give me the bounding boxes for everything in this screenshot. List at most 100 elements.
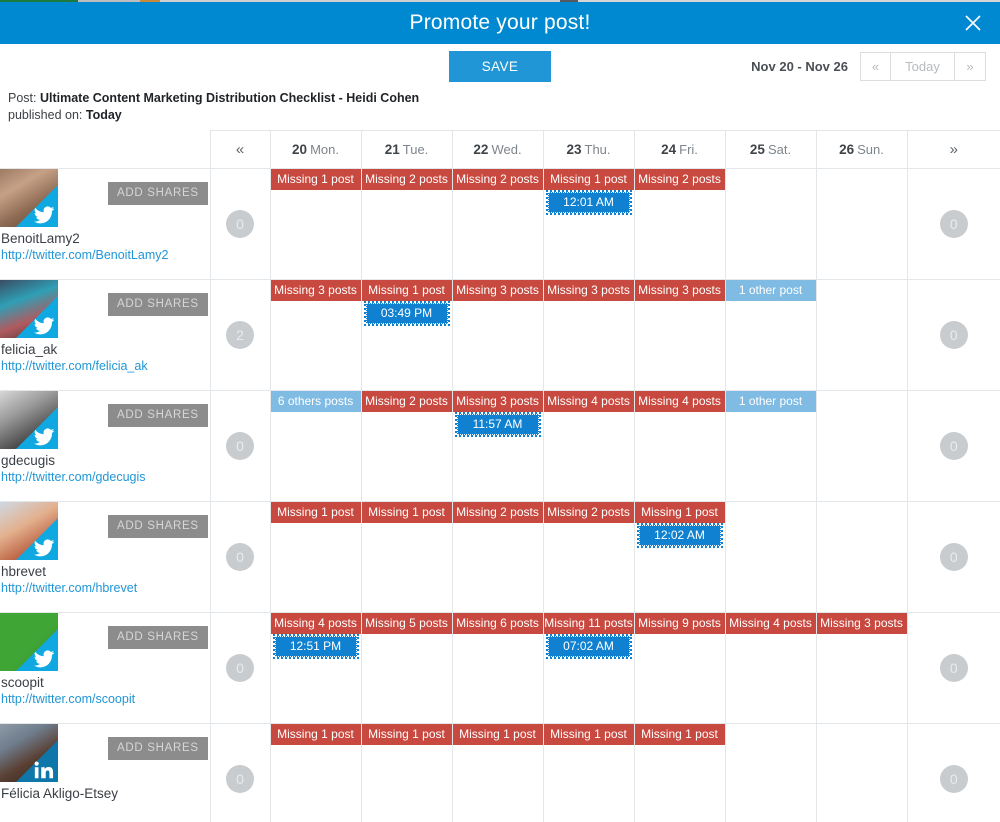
- day-cell[interactable]: Missing 3 posts: [542, 279, 635, 391]
- day-cell[interactable]: [815, 168, 908, 280]
- account-link[interactable]: http://twitter.com/felicia_ak: [0, 358, 210, 374]
- day-cell[interactable]: Missing 3 posts: [451, 279, 544, 391]
- day-cell[interactable]: Missing 4 posts: [633, 390, 726, 502]
- day-cell[interactable]: Missing 3 posts 11:57 AM: [451, 390, 544, 502]
- missing-posts-badge[interactable]: Missing 1 post: [361, 280, 452, 301]
- day-cell[interactable]: Missing 2 posts: [360, 390, 453, 502]
- account-link[interactable]: http://twitter.com/BenoitLamy2: [0, 247, 210, 263]
- day-cell[interactable]: [815, 390, 908, 502]
- add-shares-button[interactable]: ADD SHARES: [108, 626, 208, 649]
- day-cell[interactable]: Missing 4 posts 12:51 PM: [269, 612, 362, 724]
- day-cell[interactable]: [815, 279, 908, 391]
- missing-posts-badge[interactable]: Missing 3 posts: [634, 280, 725, 301]
- day-cell[interactable]: Missing 1 post: [269, 501, 362, 613]
- missing-posts-badge[interactable]: Missing 2 posts: [452, 169, 543, 190]
- day-cell[interactable]: Missing 3 posts: [633, 279, 726, 391]
- missing-posts-badge[interactable]: Missing 1 post: [634, 502, 725, 523]
- add-shares-button[interactable]: ADD SHARES: [108, 293, 208, 316]
- day-cell[interactable]: Missing 2 posts: [451, 168, 544, 280]
- day-cell[interactable]: Missing 1 post: [360, 501, 453, 613]
- day-cell[interactable]: Missing 5 posts: [360, 612, 453, 724]
- missing-posts-badge[interactable]: Missing 1 post: [270, 169, 361, 190]
- day-cell[interactable]: 6 others posts: [269, 390, 362, 502]
- missing-posts-badge[interactable]: Missing 3 posts: [270, 280, 361, 301]
- day-cell[interactable]: [724, 168, 817, 280]
- add-shares-button[interactable]: ADD SHARES: [108, 182, 208, 205]
- other-posts-badge[interactable]: 1 other post: [725, 391, 816, 412]
- day-cell[interactable]: 1 other post: [724, 390, 817, 502]
- missing-posts-badge[interactable]: Missing 1 post: [361, 502, 452, 523]
- missing-posts-badge[interactable]: Missing 1 post: [543, 169, 634, 190]
- day-cell[interactable]: Missing 2 posts: [633, 168, 726, 280]
- missing-posts-badge[interactable]: Missing 3 posts: [452, 280, 543, 301]
- missing-posts-badge[interactable]: Missing 1 post: [270, 724, 361, 745]
- missing-posts-badge[interactable]: Missing 2 posts: [543, 502, 634, 523]
- day-cell[interactable]: Missing 9 posts: [633, 612, 726, 724]
- day-cell[interactable]: [815, 501, 908, 613]
- account-link[interactable]: http://twitter.com/hbrevet: [0, 580, 210, 596]
- today-button[interactable]: Today: [891, 52, 955, 81]
- add-shares-button[interactable]: ADD SHARES: [108, 737, 208, 760]
- day-cell[interactable]: Missing 4 posts: [542, 390, 635, 502]
- day-cell[interactable]: [724, 501, 817, 613]
- day-cell[interactable]: [815, 723, 908, 822]
- missing-posts-badge[interactable]: Missing 2 posts: [361, 169, 452, 190]
- day-cell[interactable]: Missing 1 post: [451, 723, 544, 822]
- missing-posts-badge[interactable]: Missing 9 posts: [634, 613, 725, 634]
- day-cell[interactable]: Missing 1 post 12:02 AM: [633, 501, 726, 613]
- other-posts-badge[interactable]: 6 others posts: [270, 391, 361, 412]
- scheduled-time-badge[interactable]: 03:49 PM: [363, 301, 450, 326]
- missing-posts-badge[interactable]: Missing 2 posts: [634, 169, 725, 190]
- missing-posts-badge[interactable]: Missing 2 posts: [452, 502, 543, 523]
- day-cell[interactable]: Missing 6 posts: [451, 612, 544, 724]
- save-button[interactable]: SAVE: [449, 51, 551, 82]
- add-shares-button[interactable]: ADD SHARES: [108, 404, 208, 427]
- day-cell[interactable]: Missing 1 post: [360, 723, 453, 822]
- missing-posts-badge[interactable]: Missing 3 posts: [452, 391, 543, 412]
- missing-posts-badge[interactable]: Missing 2 posts: [361, 391, 452, 412]
- missing-posts-badge[interactable]: Missing 1 post: [452, 724, 543, 745]
- day-cell[interactable]: Missing 1 post: [269, 723, 362, 822]
- scheduled-time-badge[interactable]: 12:01 AM: [545, 190, 632, 215]
- missing-posts-badge[interactable]: Missing 3 posts: [543, 280, 634, 301]
- day-cell[interactable]: 1 other post: [724, 279, 817, 391]
- missing-posts-badge[interactable]: Missing 3 posts: [816, 613, 907, 634]
- day-cell[interactable]: Missing 2 posts: [451, 501, 544, 613]
- missing-posts-badge[interactable]: Missing 6 posts: [452, 613, 543, 634]
- next-days-button[interactable]: »: [906, 130, 1000, 169]
- missing-posts-badge[interactable]: Missing 1 post: [361, 724, 452, 745]
- close-icon[interactable]: [960, 10, 986, 36]
- day-cell[interactable]: Missing 1 post: [633, 723, 726, 822]
- prev-days-button[interactable]: «: [209, 130, 271, 169]
- missing-posts-badge[interactable]: Missing 4 posts: [634, 391, 725, 412]
- day-cell[interactable]: Missing 4 posts: [724, 612, 817, 724]
- scheduled-time-badge[interactable]: 07:02 AM: [545, 634, 632, 659]
- add-shares-button[interactable]: ADD SHARES: [108, 515, 208, 538]
- day-cell[interactable]: Missing 1 post: [269, 168, 362, 280]
- missing-posts-badge[interactable]: Missing 1 post: [634, 724, 725, 745]
- prev-week-button[interactable]: «: [860, 52, 891, 81]
- missing-posts-badge[interactable]: Missing 1 post: [270, 502, 361, 523]
- day-cell[interactable]: Missing 3 posts: [269, 279, 362, 391]
- day-cell[interactable]: Missing 1 post: [542, 723, 635, 822]
- scheduled-time-badge[interactable]: 12:02 AM: [636, 523, 723, 548]
- day-cell[interactable]: [724, 723, 817, 822]
- scheduled-time-badge[interactable]: 12:51 PM: [272, 634, 359, 659]
- missing-posts-badge[interactable]: Missing 11 posts: [543, 613, 634, 634]
- day-cell[interactable]: Missing 1 post 12:01 AM: [542, 168, 635, 280]
- next-week-button[interactable]: »: [955, 52, 986, 81]
- scheduled-time-badge[interactable]: 11:57 AM: [454, 412, 541, 437]
- day-cell[interactable]: Missing 2 posts: [542, 501, 635, 613]
- missing-posts-badge[interactable]: Missing 4 posts: [543, 391, 634, 412]
- missing-posts-badge[interactable]: Missing 4 posts: [725, 613, 816, 634]
- missing-posts-badge[interactable]: Missing 4 posts: [270, 613, 361, 634]
- account-link[interactable]: http://twitter.com/gdecugis: [0, 469, 210, 485]
- day-cell[interactable]: Missing 11 posts 07:02 AM: [542, 612, 635, 724]
- day-cell[interactable]: Missing 1 post 03:49 PM: [360, 279, 453, 391]
- day-cell[interactable]: Missing 3 posts: [815, 612, 908, 724]
- day-cell[interactable]: Missing 2 posts: [360, 168, 453, 280]
- missing-posts-badge[interactable]: Missing 5 posts: [361, 613, 452, 634]
- other-posts-badge[interactable]: 1 other post: [725, 280, 816, 301]
- account-link[interactable]: http://twitter.com/scoopit: [0, 691, 210, 707]
- missing-posts-badge[interactable]: Missing 1 post: [543, 724, 634, 745]
